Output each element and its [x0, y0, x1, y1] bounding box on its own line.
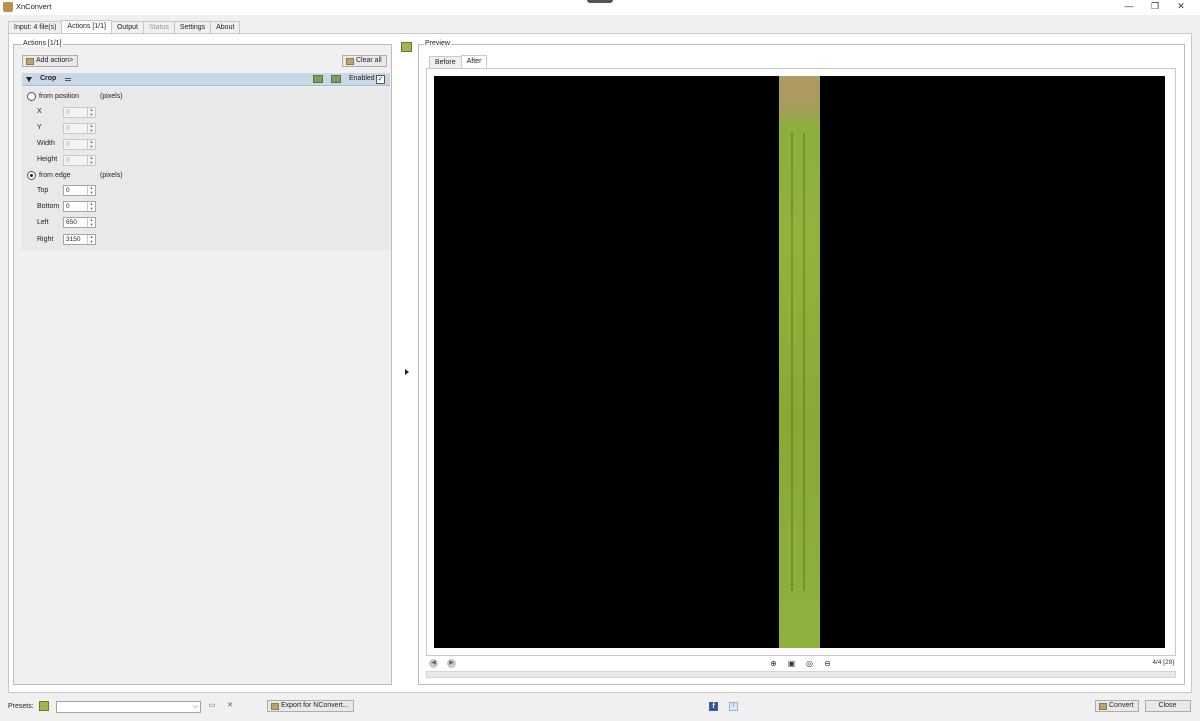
facebook-icon[interactable]: f	[709, 702, 718, 711]
spin-arrows-icon[interactable]: ▲ ▼	[87, 201, 95, 211]
add-action-button[interactable]: Add action>	[22, 55, 79, 67]
window-title: XnConvert	[16, 2, 52, 11]
clear-all-icon	[346, 57, 354, 65]
tab-actions[interactable]: Actions [1/1]	[61, 20, 112, 33]
from-position-radio[interactable]	[27, 92, 36, 101]
bottom-bar: Presets: ⌵ ▭ ✕ Export for NConvert... f …	[0, 699, 1200, 721]
left-label: Left	[37, 219, 49, 226]
title-grip	[587, 0, 613, 3]
convert-button[interactable]: Convert	[1095, 700, 1139, 712]
left-spinbox[interactable]: 650 ▲ ▼	[63, 217, 96, 228]
right-label: Right	[37, 236, 54, 243]
position-units-label: (pixels)	[100, 93, 123, 100]
x-spinbox[interactable]: 0 ▲ ▼	[63, 107, 96, 118]
from-edge-radio[interactable]	[27, 171, 36, 180]
x-value: 0	[66, 109, 70, 116]
spin-arrows-icon[interactable]: ▲ ▼	[87, 139, 95, 149]
top-spinbox[interactable]: 0 ▲ ▼	[63, 185, 96, 196]
from-position-label: from position	[39, 93, 80, 100]
top-label: Top	[37, 187, 49, 194]
height-value: 0	[66, 157, 70, 164]
width-value: 0	[66, 141, 70, 148]
main-tabs: Input: 4 file(s) Actions [1/1] Output St…	[8, 20, 241, 33]
preview-image[interactable]	[434, 76, 1165, 648]
app-logo-icon	[3, 2, 13, 12]
chevron-down-icon: ⌵	[192, 703, 198, 710]
actions-title: Actions [1/1]	[22, 40, 63, 47]
spin-arrows-icon[interactable]: ▲ ▼	[87, 107, 95, 117]
tab-status[interactable]: Status	[142, 21, 175, 33]
edge-units-label: (pixels)	[100, 172, 123, 179]
export-icon	[271, 702, 279, 710]
width-spinbox[interactable]: 0 ▲ ▼	[63, 139, 96, 150]
clear-all-label: Clear all	[356, 57, 382, 64]
tab-output[interactable]: Output	[110, 21, 144, 33]
tab-settings[interactable]: Settings	[173, 21, 212, 33]
image-counter: 4/4 [29]	[1152, 659, 1174, 666]
crop-header-overlay: ✓	[22, 73, 390, 86]
image-detail	[791, 133, 793, 591]
tab-after[interactable]: After	[460, 55, 488, 68]
restore-button[interactable]: ❐	[1142, 0, 1168, 15]
zoom-in-icon[interactable]: ⊕	[768, 658, 779, 669]
presets-label: Presets:	[8, 703, 34, 710]
tab-input[interactable]: Input: 4 file(s)	[8, 21, 63, 33]
expand-arrow-icon[interactable]	[405, 369, 409, 375]
convert-icon	[1099, 702, 1107, 710]
top-value: 0	[66, 187, 70, 194]
delete-preset-icon[interactable]: ✕	[225, 701, 235, 711]
right-value: 3150	[66, 236, 81, 243]
spin-arrows-icon[interactable]: ▲ ▼	[87, 217, 95, 227]
fit-window-icon[interactable]: ▣	[786, 658, 797, 669]
spin-arrows-icon[interactable]: ▲ ▼	[87, 185, 95, 195]
zoom-out-icon[interactable]: ⊖	[822, 658, 833, 669]
preview-toggle-icon[interactable]	[401, 42, 412, 52]
tab-about[interactable]: About	[210, 21, 241, 33]
add-action-label: Add action>	[36, 57, 74, 64]
right-spinbox[interactable]: 3150 ▲ ▼	[63, 234, 96, 245]
y-label: Y	[37, 124, 42, 131]
preview-scrollbar[interactable]	[426, 671, 1176, 678]
preview-toggle-strip	[398, 40, 416, 690]
preview-footer: ◀ ▶ ⊕ ▣ ◎ ⊖ 4/4 [29]	[426, 657, 1176, 669]
export-label: Export for NConvert...	[281, 702, 349, 709]
image-detail	[803, 133, 805, 591]
y-value: 0	[66, 125, 70, 132]
bottom-spinbox[interactable]: 0 ▲ ▼	[63, 201, 96, 212]
spin-arrows-icon[interactable]: ▲ ▼	[87, 234, 95, 244]
spin-arrows-icon[interactable]: ▲ ▼	[87, 123, 95, 133]
convert-label: Convert	[1109, 702, 1134, 709]
previous-image-icon[interactable]: ◀	[429, 659, 438, 668]
bottom-label: Bottom	[37, 203, 60, 210]
from-edge-label: from edge	[39, 172, 71, 179]
twitter-icon[interactable]: t	[729, 702, 738, 711]
minimize-button[interactable]: —	[1116, 0, 1142, 15]
save-preset-icon[interactable]: ▭	[207, 701, 217, 711]
height-label: Height	[37, 156, 58, 163]
presets-dropdown[interactable]: ⌵	[56, 701, 201, 713]
close-window-button[interactable]: ✕	[1168, 0, 1194, 15]
close-label: Close	[1158, 702, 1177, 709]
spin-arrows-icon[interactable]: ▲ ▼	[87, 155, 95, 165]
clear-all-button[interactable]: Clear all	[342, 55, 387, 67]
enabled-checkbox[interactable]: ✓	[376, 75, 385, 84]
x-label: X	[37, 108, 42, 115]
height-spinbox[interactable]: 0 ▲ ▼	[63, 155, 96, 166]
y-spinbox[interactable]: 0 ▲ ▼	[63, 123, 96, 134]
title-bar: XnConvert — ❐ ✕	[0, 0, 1200, 15]
next-image-icon[interactable]: ▶	[447, 659, 456, 668]
width-label: Width	[37, 140, 55, 147]
preview-title: Preview	[424, 40, 451, 47]
export-nconvert-button[interactable]: Export for NConvert...	[267, 700, 354, 712]
actual-size-icon[interactable]: ◎	[804, 658, 815, 669]
bottom-value: 0	[66, 203, 70, 210]
add-action-icon	[26, 57, 34, 65]
close-button[interactable]: Close	[1145, 700, 1191, 712]
tab-before[interactable]: Before	[429, 56, 462, 68]
cropped-image-strip	[779, 76, 820, 648]
left-value: 650	[66, 219, 77, 226]
preview-tabs: Before After	[429, 55, 488, 68]
preset-icon[interactable]	[39, 701, 49, 711]
